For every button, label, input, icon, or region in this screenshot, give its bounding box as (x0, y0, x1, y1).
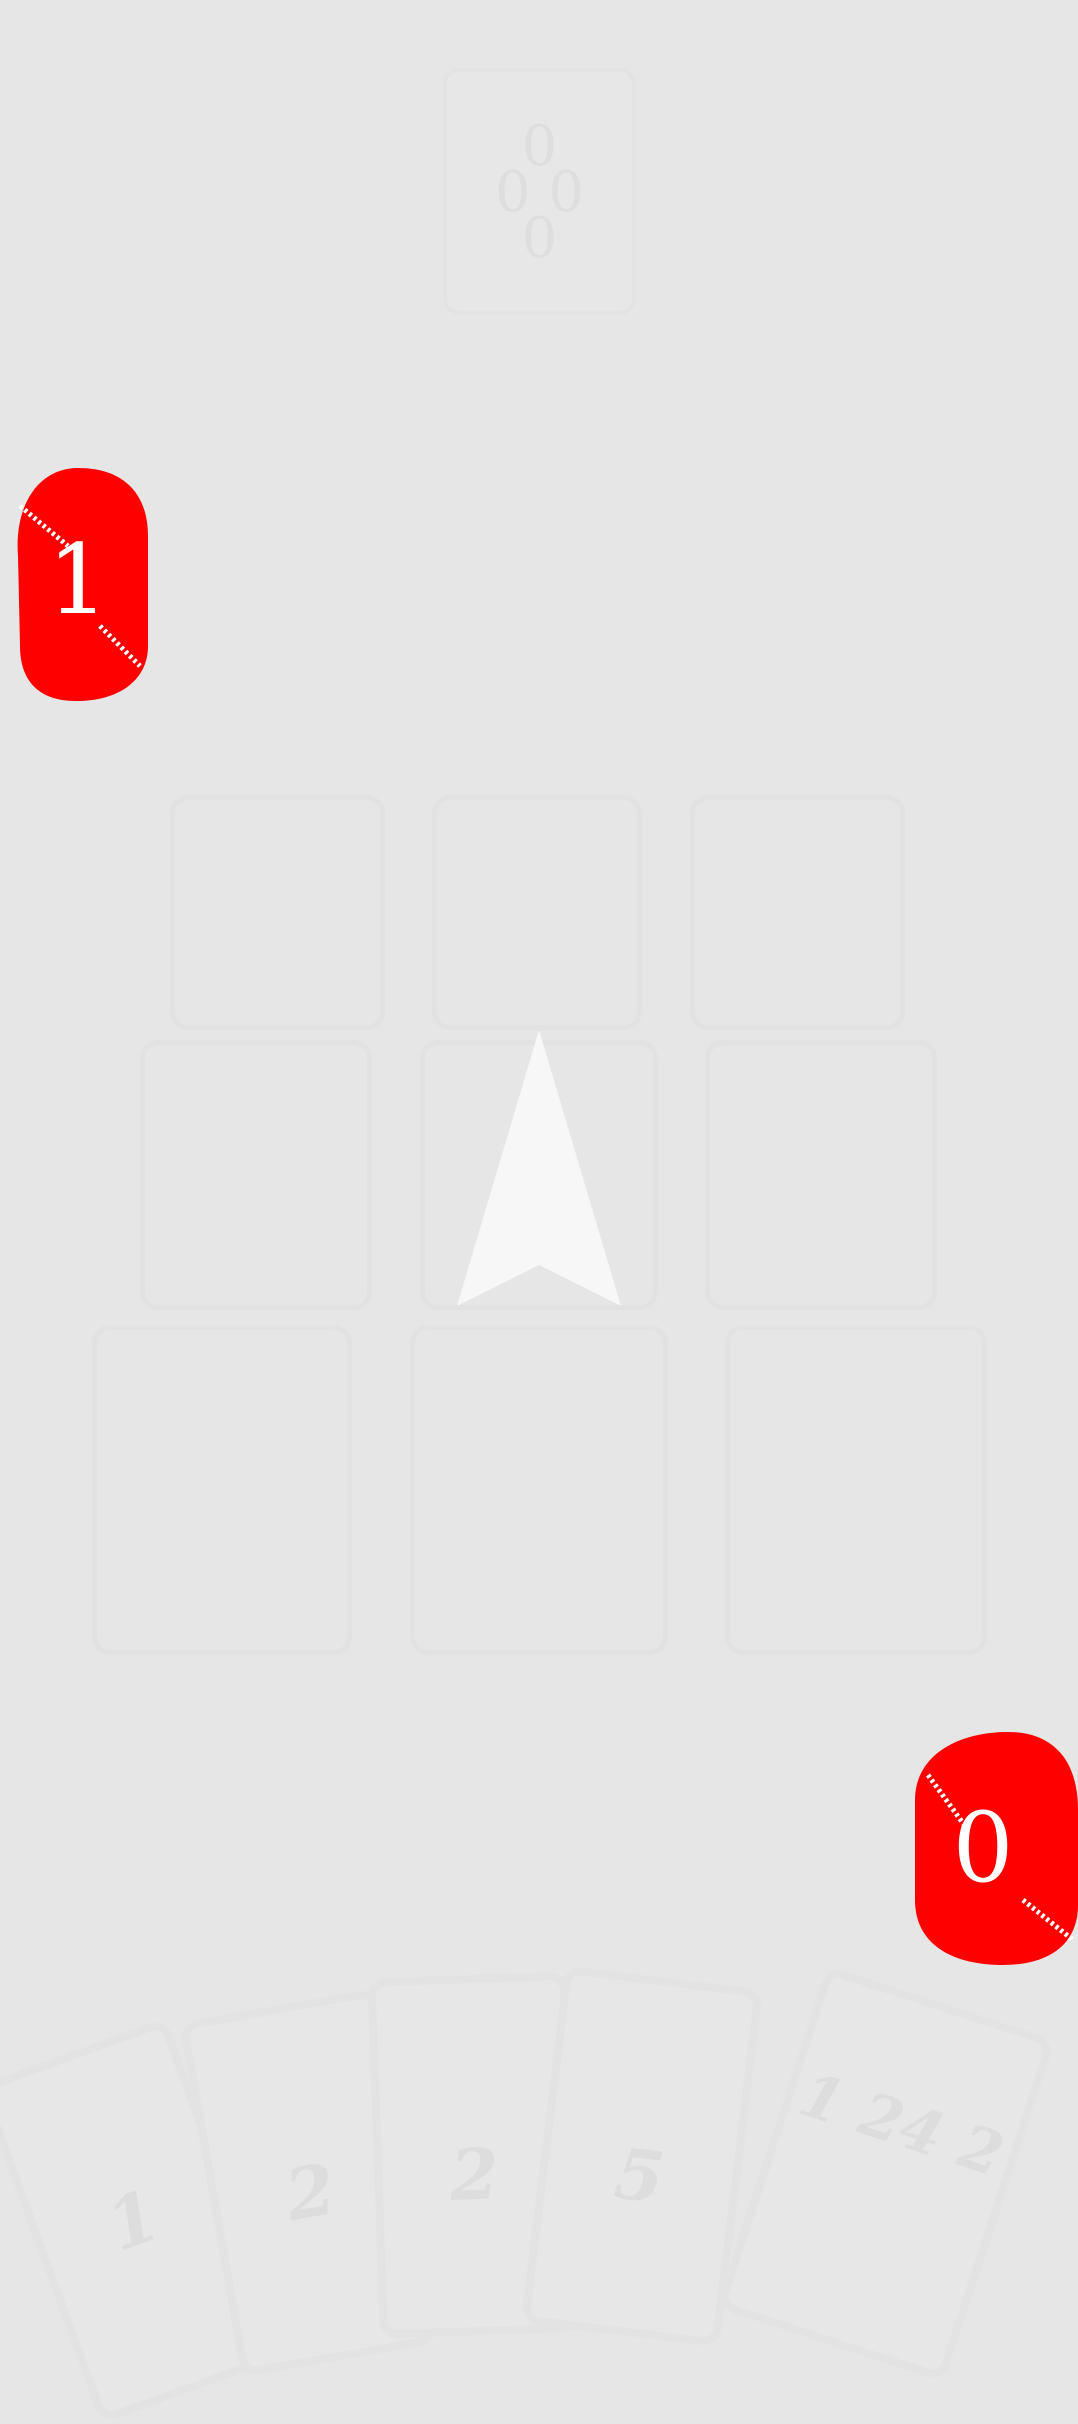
hand-card-1-value: 1 (96, 2173, 171, 2268)
score-token-right: 0 (913, 1730, 1078, 1965)
hand-card-4-value: 5 (610, 2131, 669, 2220)
opponent-card: 0 0 0 0 (443, 68, 636, 315)
score-token-left: 1 (8, 466, 148, 701)
board-slot-r3c1[interactable] (92, 1325, 352, 1655)
board-slot-r3c3[interactable] (725, 1325, 987, 1655)
score-left-value: 1 (47, 524, 109, 636)
score-right-value: 0 (952, 1792, 1014, 1904)
board-slot-r1c2[interactable] (432, 795, 642, 1030)
arrow-up-icon (457, 1030, 621, 1306)
board-slot-r1c3[interactable] (690, 795, 905, 1030)
board-slot-r2c1[interactable] (140, 1040, 372, 1310)
board-slot-r1c1[interactable] (170, 795, 385, 1030)
hand-card-5-value: 1 24 2 (791, 2059, 1012, 2191)
board-slot-r2c3[interactable] (705, 1040, 937, 1310)
hand-card-5[interactable]: 1 24 2 (715, 1965, 1056, 2383)
opponent-digit-bottom: 0 (521, 206, 558, 271)
board-slot-r3c2[interactable] (410, 1325, 668, 1655)
opponent-card-digits: 0 0 0 0 (447, 119, 632, 271)
